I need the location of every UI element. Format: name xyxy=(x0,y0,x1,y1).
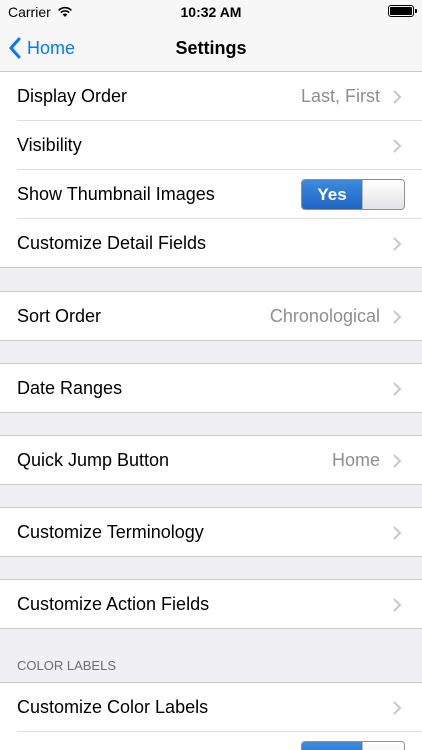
row-label: Customize Terminology xyxy=(17,522,204,542)
color-labels-toggle[interactable] xyxy=(301,741,405,750)
chevron-right-icon xyxy=(393,381,402,396)
chevron-right-icon xyxy=(393,453,402,468)
row-customize-action-fields[interactable]: Customize Action Fields xyxy=(0,580,422,629)
row-label: Customize Detail Fields xyxy=(17,233,207,253)
chevron-right-icon xyxy=(393,89,402,104)
toggle-on-label: Yes xyxy=(302,180,362,209)
row-label: Customize Action Fields xyxy=(17,594,210,614)
row-customize-color-labels[interactable]: Customize Color Labels xyxy=(0,683,422,732)
row-date-ranges[interactable]: Date Ranges xyxy=(0,364,422,413)
row-visibility[interactable]: Visibility xyxy=(0,121,422,170)
toggle-on-fill xyxy=(302,742,362,750)
toggle-knob xyxy=(362,742,404,750)
row-show-thumbnail-images: Show Thumbnail Images Yes xyxy=(0,170,422,219)
chevron-right-icon xyxy=(393,700,402,715)
row-value: Home xyxy=(331,450,380,470)
toggle-knob xyxy=(362,180,404,209)
row-customize-terminology[interactable]: Customize Terminology xyxy=(0,508,422,557)
row-label: Sort Order xyxy=(17,306,102,326)
chevron-right-icon xyxy=(393,597,402,612)
row-label: Customize Color Labels xyxy=(17,697,209,717)
chevron-right-icon xyxy=(393,236,402,251)
row-sort-order[interactable]: Sort Order Chronological xyxy=(0,292,422,341)
thumbnail-toggle[interactable]: Yes xyxy=(301,179,405,210)
row-label: Date Ranges xyxy=(17,378,123,398)
row-quick-jump-button[interactable]: Quick Jump Button Home xyxy=(0,436,422,485)
row-label: Quick Jump Button xyxy=(17,450,170,470)
battery-icon xyxy=(388,5,417,17)
page-title: Settings xyxy=(175,38,247,58)
status-time: 10:32 AM xyxy=(180,4,242,20)
chevron-right-icon xyxy=(393,138,402,153)
row-partial-toggle xyxy=(0,732,422,750)
row-value: Chronological xyxy=(269,306,380,326)
chevron-right-icon xyxy=(393,525,402,540)
row-value: Last, First xyxy=(300,86,380,106)
row-display-order[interactable]: Display Order Last, First xyxy=(0,72,422,121)
row-label: Display Order xyxy=(17,86,128,106)
row-customize-detail-fields[interactable]: Customize Detail Fields xyxy=(0,219,422,268)
section-header-color-labels: COLOR LABELS xyxy=(17,658,116,673)
status-bar: Carrier 10:32 AM xyxy=(0,0,422,24)
row-label: Visibility xyxy=(17,135,82,155)
navigation-bar: Home Settings xyxy=(0,24,422,72)
chevron-right-icon xyxy=(393,309,402,324)
